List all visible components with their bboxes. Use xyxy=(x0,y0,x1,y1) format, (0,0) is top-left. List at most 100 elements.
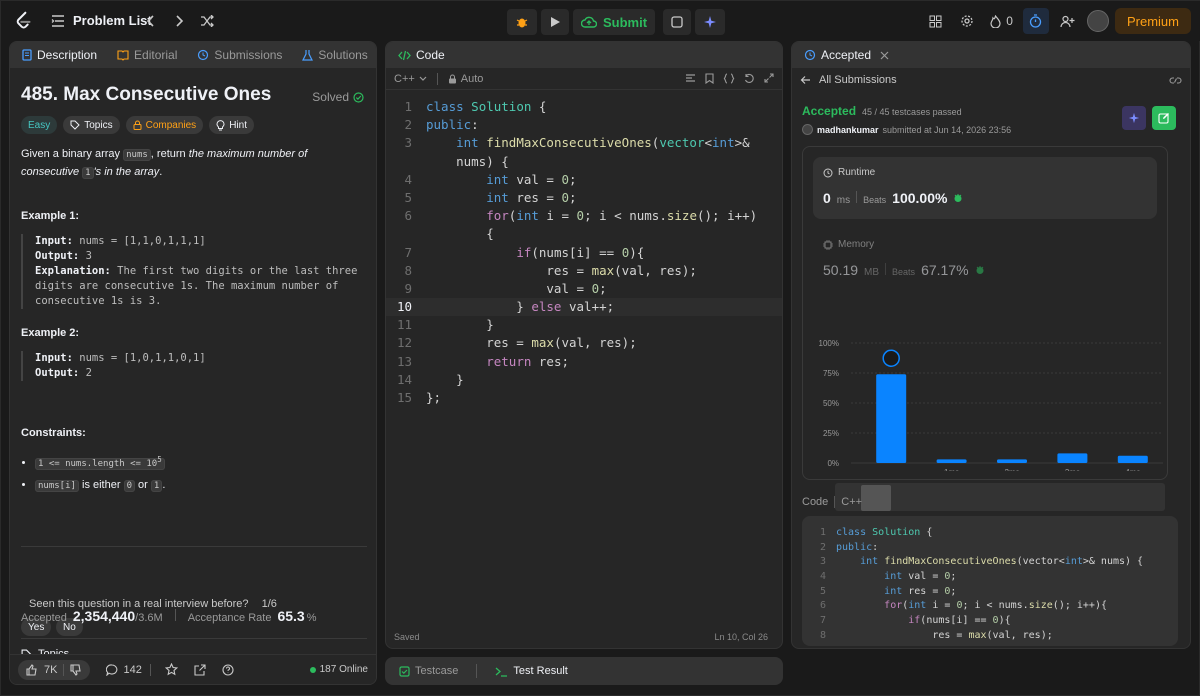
problem-list-button[interactable]: Problem List xyxy=(51,13,152,28)
tab-testcase[interactable]: Testcase xyxy=(395,665,462,677)
run-submit-group: Submit xyxy=(507,9,726,35)
author-name[interactable]: madhankumar xyxy=(817,125,879,135)
performance-box: Runtime 0 ms Beats 100.00% Memory 50.19 xyxy=(802,146,1169,511)
code-text: } xyxy=(426,371,464,387)
testcases-passed: 45 / 45 testcases passed xyxy=(862,107,962,117)
companies-chip[interactable]: Companies xyxy=(125,116,204,134)
explanation-label: Explanation: xyxy=(35,265,111,277)
tab-code[interactable]: Code xyxy=(394,48,449,62)
constraint-text: . xyxy=(162,479,166,491)
run-button[interactable] xyxy=(541,9,569,35)
link-icon[interactable] xyxy=(1169,75,1182,86)
braces-icon[interactable] xyxy=(723,73,735,84)
distribution-bar[interactable] xyxy=(997,459,1027,463)
runtime-distribution-chart[interactable]: 100% 75% 50% 25% 0% 1ms 2ms 3ms 4ms xyxy=(803,331,1169,471)
premium-button[interactable]: Premium xyxy=(1114,8,1191,34)
code-text: int res = 0; xyxy=(486,189,577,205)
code-panel: Code C++ Auto 1 class Solution {2 publi… xyxy=(385,41,783,649)
code-editor[interactable]: 1 class Solution { 2 public: 3 int findMax… xyxy=(386,90,782,407)
thumbs-down-icon[interactable] xyxy=(70,663,82,676)
online-indicator: 187 Online xyxy=(309,664,368,675)
add-friend-icon[interactable] xyxy=(1055,8,1081,34)
problem-statement: Given a binary array nums, return the ma… xyxy=(21,146,365,182)
comments-button[interactable]: 142 xyxy=(106,664,142,676)
solved-status: Solved xyxy=(312,90,364,104)
code-line: 7 if(nums[i] == 0){ xyxy=(802,614,1178,629)
thumbs-up-icon[interactable] xyxy=(26,663,38,676)
clap-icon xyxy=(954,194,962,202)
line-number: 6 xyxy=(819,600,826,612)
submitted-code[interactable]: 1 class Solution { 2 public: 3 int findMax… xyxy=(802,516,1178,646)
settings-gear-icon[interactable] xyxy=(954,8,980,34)
chart-minimap[interactable] xyxy=(835,483,1165,511)
tab-editorial[interactable]: Editorial xyxy=(113,48,181,62)
help-icon[interactable] xyxy=(222,663,234,676)
autocomplete-mode[interactable]: Auto xyxy=(448,73,483,85)
code-line: 3 int findMaxConsecutiveOnes(vector<int>… xyxy=(802,555,1178,570)
tab-test-result[interactable]: Test Result xyxy=(491,665,571,677)
runtime-card[interactable]: Runtime 0 ms Beats 100.00% xyxy=(813,157,1157,219)
like-count: 7K xyxy=(44,663,58,676)
tag-icon xyxy=(70,120,80,130)
edit-solution-button[interactable] xyxy=(1152,106,1176,130)
prev-problem-icon[interactable] xyxy=(141,11,161,31)
notes-button[interactable] xyxy=(663,9,692,35)
all-submissions-link[interactable]: All Submissions xyxy=(819,74,897,86)
layout-icon[interactable] xyxy=(922,8,948,34)
output-value: 3 xyxy=(79,250,92,262)
user-avatar[interactable] xyxy=(1086,10,1109,32)
memory-card[interactable]: Memory 50.19 MB Beats 67.17% xyxy=(813,229,1157,285)
star-icon[interactable] xyxy=(164,663,178,676)
ai-analyze-button[interactable] xyxy=(1122,106,1146,130)
tab-description[interactable]: Description xyxy=(18,48,101,62)
share-icon[interactable] xyxy=(194,663,206,676)
submit-label: Submit xyxy=(603,14,648,30)
memory-value: 50.19 xyxy=(823,262,859,278)
tab-accepted[interactable]: Accepted xyxy=(800,48,893,62)
line-number: 9 xyxy=(404,280,412,296)
tab-solutions[interactable]: Solutions xyxy=(298,48,371,62)
code-text: if(nums[i] == 0){ xyxy=(516,244,645,260)
description-footer: 7K 142 187 Online xyxy=(10,654,376,684)
code-line: 12 res = max(val, res); xyxy=(386,334,782,352)
tab-editorial-label: Editorial xyxy=(134,48,178,62)
streak-counter[interactable]: 0 xyxy=(986,8,1017,34)
constraint-text: 1 <= nums.length <= 10 xyxy=(38,459,158,469)
example-output: Output: 2 xyxy=(35,366,365,381)
close-icon[interactable] xyxy=(880,51,889,60)
bug-icon xyxy=(516,18,528,28)
code-line: 8 res = max(val, res); xyxy=(386,262,782,280)
shuffle-icon[interactable] xyxy=(197,11,217,31)
language-select[interactable]: C++ xyxy=(394,73,427,85)
line-number: 7 xyxy=(819,615,826,627)
topics-chip[interactable]: Topics xyxy=(63,116,120,134)
line-number: 7 xyxy=(404,244,412,260)
back-arrow-icon[interactable] xyxy=(800,75,811,85)
distribution-bar[interactable] xyxy=(936,459,967,463)
timer-icon[interactable] xyxy=(1022,8,1049,34)
debug-button[interactable] xyxy=(507,9,537,35)
minimap-window[interactable] xyxy=(861,485,891,511)
reset-icon[interactable] xyxy=(744,73,755,84)
submit-button[interactable]: Submit xyxy=(573,9,656,35)
code-text: res = max(val, res); xyxy=(426,262,697,278)
tab-submissions[interactable]: Submissions xyxy=(193,48,286,62)
description-panel: Description Editorial Submissions Soluti… xyxy=(9,41,377,685)
format-icon[interactable] xyxy=(685,73,696,84)
ai-assist-button[interactable] xyxy=(695,9,726,35)
hint-chip[interactable]: Hint xyxy=(209,116,254,134)
distribution-bar[interactable] xyxy=(876,374,907,463)
result-label: Accepted xyxy=(802,104,857,118)
editor-actions xyxy=(685,73,774,84)
bookmark-icon[interactable] xyxy=(705,73,714,84)
distribution-bar[interactable] xyxy=(1117,455,1148,463)
expand-icon[interactable] xyxy=(764,73,774,83)
inline-code: 1 <= nums.length <= 105 xyxy=(35,455,165,470)
submission-tab-bar: Accepted xyxy=(792,42,1190,68)
example-1-title: Example 1: xyxy=(21,210,80,222)
cloud-upload-icon xyxy=(581,16,597,28)
distribution-bar[interactable] xyxy=(1057,453,1088,463)
leetcode-logo-icon[interactable] xyxy=(13,10,35,32)
runtime-beats-value: 100.00% xyxy=(892,190,948,206)
next-problem-icon[interactable] xyxy=(169,11,189,31)
